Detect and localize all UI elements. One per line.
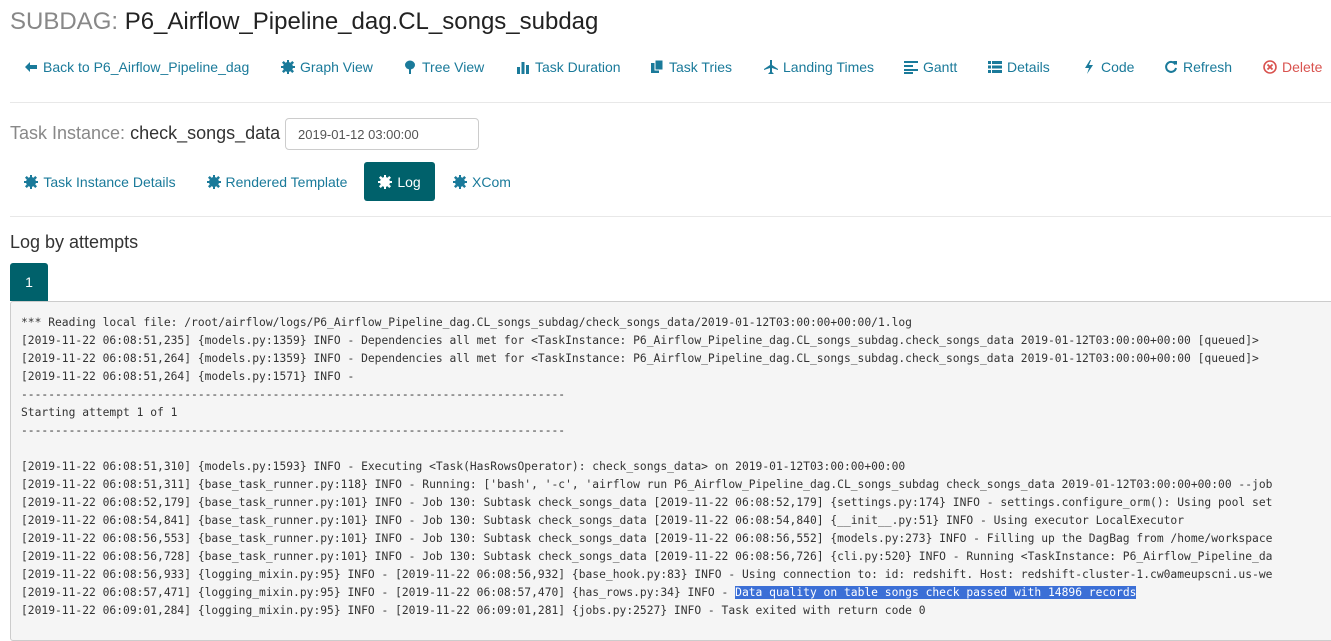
highlighted-selection: Data quality on table songs check passed… xyxy=(735,586,1137,599)
subdag-prefix: SUBDAG: xyxy=(10,8,119,35)
certificate-icon xyxy=(206,174,221,189)
log-line: [2019-11-22 06:08:51,235] {models.py:135… xyxy=(21,334,1259,347)
gantt-link[interactable]: Gantt xyxy=(904,56,957,78)
task-instance-title: Task Instance: check_songs_data xyxy=(10,123,280,144)
align-left-icon xyxy=(904,60,918,74)
remove-circle-icon xyxy=(1263,60,1277,74)
bar-chart-icon xyxy=(516,60,530,74)
flash-icon xyxy=(1082,60,1096,74)
log-line: [2019-11-22 06:08:52,179] {base_task_run… xyxy=(21,496,1273,509)
certificate-icon xyxy=(378,174,393,189)
attempt-tab-1[interactable]: 1 xyxy=(10,263,48,301)
log-line: [2019-11-22 06:09:01,284] {logging_mixin… xyxy=(21,604,926,617)
duplicate-icon xyxy=(650,60,664,74)
log-line-highlighted: [2019-11-22 06:08:57,471] {logging_mixin… xyxy=(21,586,1137,599)
log-output: *** Reading local file: /root/airflow/lo… xyxy=(10,301,1331,641)
delete-link[interactable]: Delete xyxy=(1263,56,1322,78)
tree-icon xyxy=(403,60,417,74)
task-id: check_songs_data xyxy=(130,123,281,143)
task-instance-tabs: Task Instance Details Rendered Template … xyxy=(0,162,1331,202)
log-line: *** Reading local file: /root/airflow/lo… xyxy=(21,316,912,329)
list-icon xyxy=(988,60,1002,74)
tab-rendered-template[interactable]: Rendered Template xyxy=(198,162,356,201)
log-line: ----------------------------------------… xyxy=(21,424,566,437)
divider xyxy=(10,102,1331,103)
log-line: [2019-11-22 06:08:56,553] {base_task_run… xyxy=(21,532,1273,545)
page-title: SUBDAG: P6_Airflow_Pipeline_dag.CL_songs… xyxy=(10,8,598,36)
details-link[interactable]: Details xyxy=(988,56,1050,78)
divider xyxy=(10,216,1331,217)
log-heading: Log by attempts xyxy=(10,232,139,252)
log-line: [2019-11-22 06:08:56,933] {logging_mixin… xyxy=(21,568,1273,581)
execution-date-input[interactable] xyxy=(285,118,479,150)
arrow-left-icon xyxy=(24,60,38,74)
task-duration-link[interactable]: Task Duration xyxy=(516,56,621,78)
graph-view-link[interactable]: Graph View xyxy=(281,56,373,78)
tab-log[interactable]: Log xyxy=(364,162,435,201)
task-instance-label: Task Instance: xyxy=(10,123,126,143)
log-line: Starting attempt 1 of 1 xyxy=(21,406,178,419)
log-line: ----------------------------------------… xyxy=(21,388,566,401)
dag-id: P6_Airflow_Pipeline_dag.CL_songs_subdag xyxy=(124,8,599,35)
certificate-icon xyxy=(24,174,39,189)
code-link[interactable]: Code xyxy=(1082,56,1134,78)
plane-icon xyxy=(764,60,778,74)
log-line: [2019-11-22 06:08:51,311] {base_task_run… xyxy=(21,478,1273,491)
tree-view-link[interactable]: Tree View xyxy=(403,56,484,78)
back-to-dag-link[interactable]: Back to P6_Airflow_Pipeline_dag xyxy=(24,56,249,78)
log-line: [2019-11-22 06:08:56,728] {base_task_run… xyxy=(21,550,1273,563)
dag-nav-bar: Back to P6_Airflow_Pipeline_dag Graph Vi… xyxy=(0,56,1331,80)
certificate-icon xyxy=(453,174,468,189)
tab-xcom[interactable]: XCom xyxy=(444,162,520,201)
log-line: [2019-11-22 06:08:51,264] {models.py:135… xyxy=(21,352,1259,365)
task-tries-link[interactable]: Task Tries xyxy=(650,56,732,78)
landing-times-link[interactable]: Landing Times xyxy=(764,56,874,78)
refresh-link[interactable]: Refresh xyxy=(1164,56,1232,78)
log-line: [2019-11-22 06:08:51,264] {models.py:157… xyxy=(21,370,355,383)
tab-task-instance-details[interactable]: Task Instance Details xyxy=(14,162,186,201)
certificate-icon xyxy=(281,60,295,74)
refresh-icon xyxy=(1164,60,1178,74)
log-line: [2019-11-22 06:08:51,310] {models.py:159… xyxy=(21,460,906,473)
log-line: [2019-11-22 06:08:54,841] {base_task_run… xyxy=(21,514,1185,527)
